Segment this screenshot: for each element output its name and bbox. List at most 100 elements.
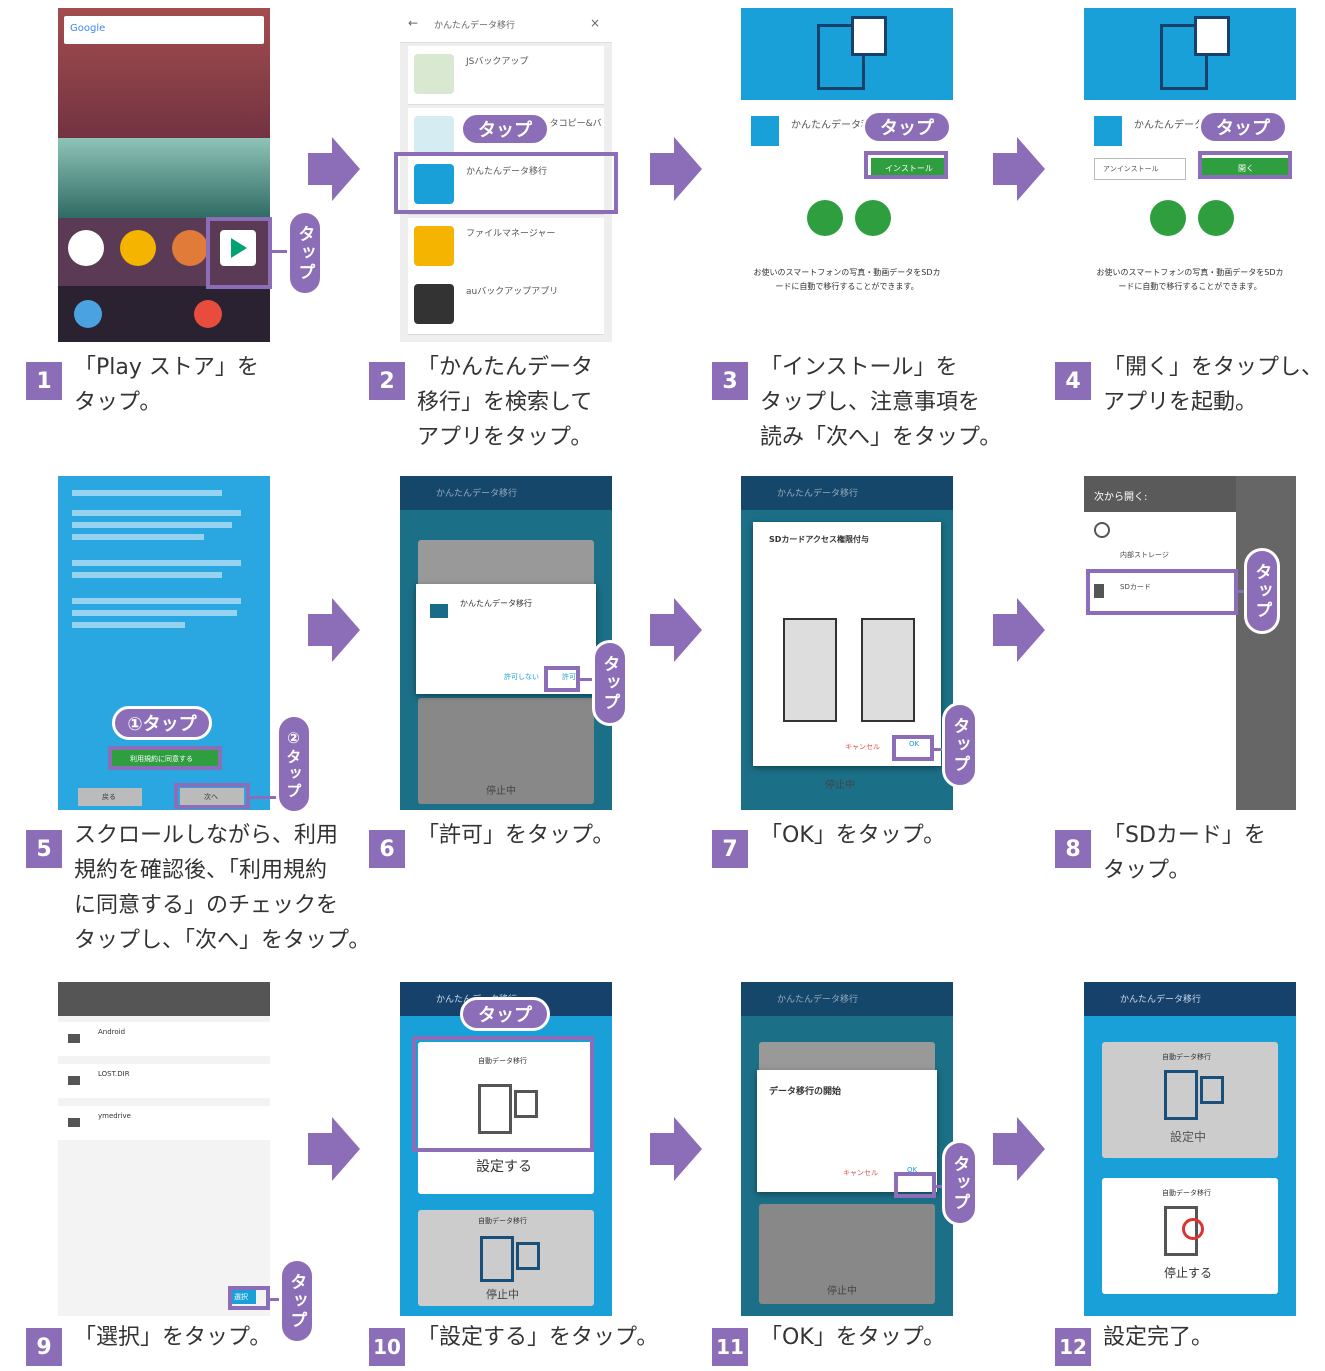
- photos-app-icon[interactable]: [120, 230, 156, 266]
- step-number: 10: [369, 1328, 405, 1366]
- screenshot-1-home: Google: [58, 8, 270, 342]
- stopped-card: 停止中: [418, 698, 594, 804]
- sd-icon: [516, 1242, 540, 1270]
- app-logo-sd: [851, 16, 887, 56]
- terms-text: [72, 484, 260, 744]
- tap-badge: タップ: [942, 1140, 978, 1226]
- list-item[interactable]: JSバックアップ: [408, 46, 604, 105]
- highlight-allow: [544, 666, 580, 692]
- stopped-card: 停止中: [759, 1204, 935, 1304]
- app-bar: かんたんデータ移行: [400, 476, 612, 510]
- step-number: 7: [712, 830, 748, 868]
- step-number: 8: [1055, 830, 1091, 868]
- tutorial-phone-2: [861, 618, 915, 722]
- tap-badge: タップ: [279, 1258, 315, 1344]
- app-icon: [1094, 116, 1122, 146]
- google-search-bar[interactable]: Google: [64, 16, 264, 44]
- step-number: 6: [369, 830, 405, 868]
- step-text: 「許可」をタップ。: [417, 823, 615, 848]
- folder-item[interactable]: LOST.DIR: [58, 1064, 270, 1098]
- search-query: かんたんデータ移行: [434, 21, 516, 31]
- tutorial-phone-1: [783, 618, 837, 722]
- stop-card[interactable]: 自動データ移行 停止する: [1102, 1178, 1278, 1294]
- step-text: スクロールしながら、利用 規約を確認後、「利用規約 に同意する」のチェックを タ…: [74, 823, 371, 953]
- highlight-ok: [892, 735, 934, 761]
- no-entry-icon: [1182, 1218, 1204, 1240]
- phone-icon[interactable]: [74, 300, 102, 328]
- highlight-ok: [894, 1172, 936, 1198]
- step-number: 12: [1055, 1328, 1091, 1366]
- google-app-icon[interactable]: [68, 230, 104, 266]
- app-logo-sd: [1194, 16, 1230, 56]
- sd-access-dialog: SDカードアクセス権限付与 キャンセル OK: [753, 522, 941, 766]
- tap-badge: タップ: [287, 210, 323, 296]
- step-text: 「開く」をタップし、 アプリを起動。: [1103, 355, 1324, 415]
- step-number: 1: [26, 362, 62, 400]
- step-number: 11: [712, 1328, 748, 1366]
- tap-badge: タップ: [942, 702, 978, 788]
- screenshot-8-open-with: 次から開く: 内部ストレージ SDカード: [1084, 476, 1296, 810]
- clock-icon: [1094, 522, 1110, 538]
- app-bar: かんたんデータ移行: [741, 982, 953, 1016]
- list-item[interactable]: ファイルマネージャー: [408, 218, 604, 277]
- tap-badge-2: ②タップ: [276, 714, 312, 814]
- app-bar: [58, 982, 270, 1016]
- tap-badge: タップ: [1244, 548, 1280, 634]
- step-number: 3: [712, 362, 748, 400]
- highlight-agree: [108, 746, 222, 770]
- list-item[interactable]: auバックアップアプリ: [408, 276, 604, 335]
- step-text: 「SDカード」を タップ。: [1103, 823, 1266, 883]
- cancel-button[interactable]: キャンセル: [845, 742, 880, 752]
- folder-item[interactable]: Android: [58, 1022, 270, 1056]
- step-text: 「OK」をタップ。: [760, 1325, 946, 1350]
- app-description: お使いのスマートフォンの写真・動画データをSDカードに自動で移行することができま…: [1096, 268, 1284, 291]
- step-number: 9: [26, 1328, 62, 1366]
- step-number: 4: [1055, 362, 1091, 400]
- step-text: 「かんたんデータ 移行」を検索して アプリをタップ。: [417, 355, 594, 450]
- bag-icon: [1198, 200, 1234, 236]
- screenshot-6-permission: かんたんデータ移行 停止中 かんたんデータ移行 許可しない 許可: [400, 476, 612, 810]
- tap-badge: タップ: [862, 110, 952, 144]
- wrench-icon: [1150, 200, 1186, 236]
- tap-badge: タップ: [592, 640, 628, 726]
- stopped-card: 自動データ移行 停止中: [418, 1210, 594, 1306]
- highlight-set: [412, 1036, 594, 1152]
- step-text: 「設定する」をタップ。: [417, 1325, 659, 1350]
- bag-icon: [855, 200, 891, 236]
- maps-app-icon[interactable]: [172, 230, 208, 266]
- back-icon[interactable]: ←: [408, 16, 418, 30]
- highlight-play-store: [206, 217, 272, 289]
- highlight-open: [1198, 151, 1292, 179]
- highlight-sd-card: [1086, 569, 1238, 615]
- chooser-title: 次から開く:: [1094, 492, 1148, 503]
- folder-icon: [430, 604, 448, 618]
- screenshot-9-folder-select: Android LOST.DIR ymedrive 選択: [58, 982, 270, 1316]
- phone-icon: [480, 1236, 514, 1282]
- tap-badge: タップ: [460, 112, 550, 146]
- wrench-icon: [807, 200, 843, 236]
- chrome-icon[interactable]: [194, 300, 222, 328]
- step-text: 「インストール」を タップし、注意事項を 読み「次へ」をタップ。: [760, 355, 1002, 450]
- folder-icon: [68, 1076, 80, 1085]
- tap-badge-1: ①タップ: [112, 706, 212, 740]
- step-text: 「OK」をタップ。: [760, 823, 946, 848]
- app-bar: かんたんデータ移行: [741, 476, 953, 510]
- step-text: 設定完了。: [1103, 1325, 1214, 1350]
- uninstall-button[interactable]: アンインストール: [1094, 158, 1186, 180]
- folder-icon: [68, 1118, 80, 1127]
- phone-icon: [1164, 1070, 1198, 1120]
- step-number: 2: [369, 362, 405, 400]
- setting-card[interactable]: 自動データ移行 設定中: [1102, 1042, 1278, 1158]
- close-icon[interactable]: ×: [590, 16, 600, 30]
- highlight-install: [864, 151, 948, 179]
- cancel-button[interactable]: キャンセル: [843, 1168, 878, 1178]
- back-button[interactable]: 戻る: [78, 788, 142, 806]
- app-bar: かんたんデータ移行: [1084, 982, 1296, 1016]
- highlight-next: [174, 783, 250, 809]
- folder-item[interactable]: ymedrive: [58, 1106, 270, 1140]
- screenshot-11-start: かんたんデータ移行 停止中 データ移行の開始 キャンセル OK: [741, 982, 953, 1316]
- highlight-select: [228, 1286, 270, 1310]
- search-bar[interactable]: ← かんたんデータ移行 ×: [400, 8, 612, 43]
- google-logo: Google: [70, 23, 106, 34]
- deny-button[interactable]: 許可しない: [504, 672, 539, 682]
